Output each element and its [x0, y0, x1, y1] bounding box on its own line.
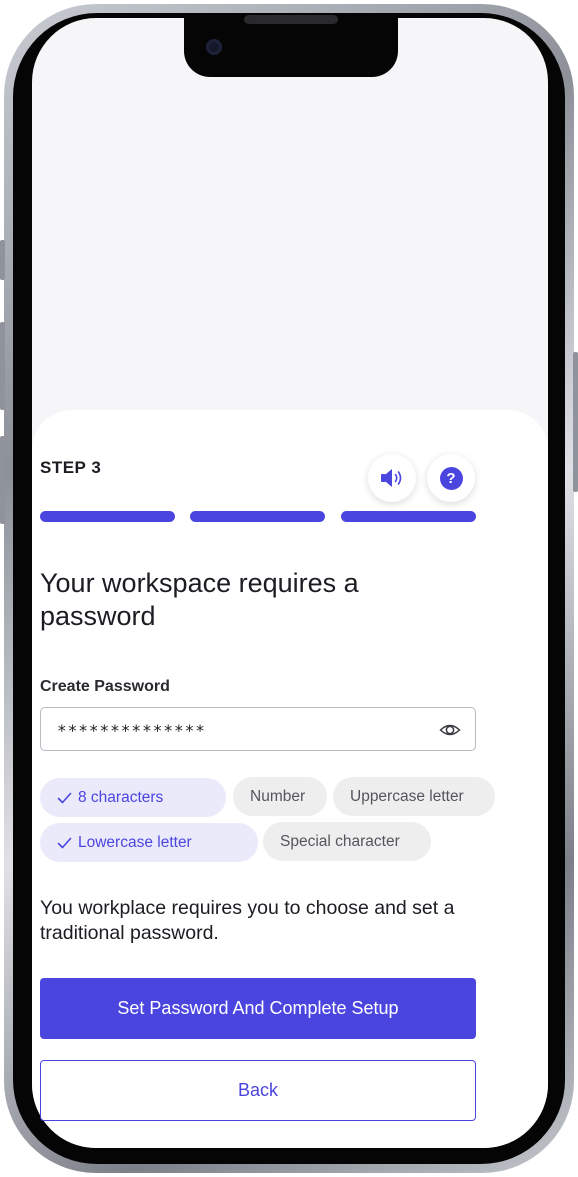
eye-icon[interactable] — [439, 720, 461, 740]
requirement-label: Uppercase letter — [350, 787, 464, 805]
power-button — [573, 352, 578, 492]
progress-segment-1 — [40, 511, 175, 522]
requirement-chip: Number — [233, 777, 327, 816]
requirement-chip: Uppercase letter — [333, 777, 495, 816]
password-value: ************** — [57, 721, 206, 740]
progress-segment-3 — [341, 511, 476, 522]
volume-down-button — [0, 436, 5, 524]
requirement-label: Special character — [280, 832, 400, 850]
page-title: Your workspace requires a password — [40, 568, 359, 631]
requirement-chip: Special character — [263, 822, 431, 861]
password-field-label: Create Password — [40, 678, 170, 695]
front-camera — [206, 39, 222, 55]
progress-segment-2 — [190, 511, 325, 522]
requirement-label: Number — [250, 787, 306, 805]
password-input[interactable]: ************** — [40, 707, 476, 751]
requirement-label: 8 characters — [78, 788, 164, 806]
earpiece-speaker — [244, 15, 338, 24]
back-button[interactable]: Back — [40, 1060, 476, 1121]
help-button[interactable]: ? — [427, 454, 475, 502]
requirement-chip: 8 characters — [40, 778, 226, 817]
set-password-button[interactable]: Set Password And Complete Setup — [40, 978, 476, 1039]
mute-switch — [0, 240, 5, 280]
requirement-label: Lowercase letter — [78, 833, 192, 851]
volume-up-button — [0, 322, 5, 410]
speaker-icon — [381, 469, 402, 487]
check-icon — [57, 837, 72, 848]
audio-button[interactable] — [368, 454, 416, 502]
requirement-chip: Lowercase letter — [40, 823, 258, 862]
check-icon — [57, 792, 72, 803]
question-mark-icon: ? — [439, 466, 463, 490]
info-text: You workplace requires you to choose and… — [40, 897, 455, 944]
step-label: STEP 3 — [40, 458, 102, 477]
